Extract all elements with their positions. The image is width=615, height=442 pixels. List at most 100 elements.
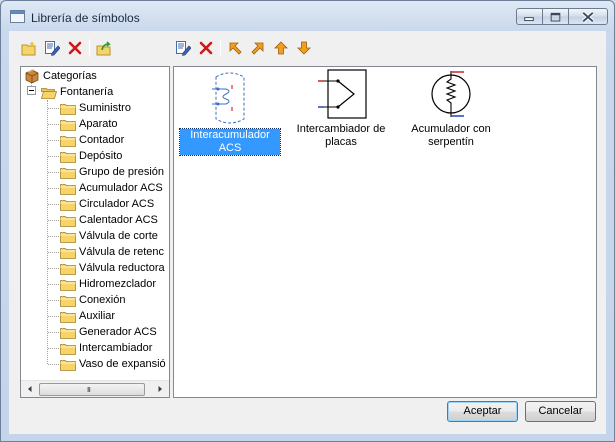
window-title: Librería de símbolos bbox=[31, 11, 140, 25]
tree-item-label: Válvula de retenc bbox=[79, 246, 164, 258]
import-icon bbox=[96, 40, 111, 55]
tree-item-label: Calentador ACS bbox=[79, 214, 158, 226]
tree-connector bbox=[48, 140, 59, 141]
tree-item-label: Auxiliar bbox=[79, 310, 116, 322]
tree-item-label: Intercambiador bbox=[79, 342, 153, 354]
folder-icon bbox=[60, 215, 76, 227]
tree-item-label: Generador ACS bbox=[79, 326, 157, 338]
title-bar[interactable]: Librería de símbolos bbox=[1, 1, 614, 31]
window-controls bbox=[516, 8, 608, 25]
symbol-label: Intercambiador de placas bbox=[296, 123, 386, 148]
tree-item-category[interactable]: Válvula de retenc bbox=[60, 244, 164, 260]
tree-item-label: Válvula reductora bbox=[79, 262, 165, 274]
tree-content: Categorías Fontanería Suministro Aparato C… bbox=[21, 67, 169, 380]
tree-item-category[interactable]: Calentador ACS bbox=[60, 212, 158, 228]
tree-item-category[interactable]: Suministro bbox=[60, 100, 131, 116]
coil-accumulator-symbol-icon bbox=[431, 71, 471, 117]
tree-item-category[interactable]: Depósito bbox=[60, 148, 122, 164]
maximize-button[interactable] bbox=[542, 8, 568, 25]
tree-item-category[interactable]: Grupo de presión bbox=[60, 164, 164, 180]
tree-item-category[interactable]: Generador ACS bbox=[60, 324, 157, 340]
tree-horizontal-scrollbar[interactable]: III bbox=[21, 380, 169, 397]
tree-item-root[interactable]: Categorías bbox=[24, 68, 97, 84]
folder-icon bbox=[60, 167, 76, 179]
tree-connector bbox=[48, 108, 59, 109]
move-up-button[interactable] bbox=[271, 38, 291, 58]
tree-item-label: Hidromezclador bbox=[79, 278, 157, 290]
folder-icon bbox=[60, 183, 76, 195]
symbol-gallery[interactable]: Interacumulador ACS Intercambiador de pl… bbox=[173, 66, 597, 398]
accept-button[interactable]: Aceptar bbox=[447, 401, 518, 422]
tree-connector bbox=[48, 124, 59, 125]
edit-symbol-button[interactable] bbox=[173, 38, 193, 58]
tree-connector bbox=[48, 268, 59, 269]
close-icon bbox=[581, 11, 595, 23]
import-button[interactable] bbox=[94, 38, 114, 58]
folder-icon bbox=[60, 311, 76, 323]
scroll-right-icon[interactable] bbox=[156, 385, 164, 393]
new-folder-button[interactable] bbox=[19, 38, 39, 58]
cancel-button[interactable]: Cancelar bbox=[525, 401, 596, 422]
interacumulador-symbol-icon bbox=[212, 72, 245, 124]
folder-icon bbox=[60, 359, 76, 371]
scroll-thumb[interactable]: III bbox=[39, 383, 145, 396]
tree-connector bbox=[48, 188, 59, 189]
tree-item-label: Fontanería bbox=[60, 86, 114, 98]
edit-category-button[interactable] bbox=[42, 38, 62, 58]
categories-box-icon bbox=[25, 69, 39, 83]
move-first-icon bbox=[229, 42, 242, 55]
delete-category-button[interactable] bbox=[65, 38, 85, 58]
tree-item-label: Categorías bbox=[43, 70, 97, 82]
tree-item-category[interactable]: Auxiliar bbox=[60, 308, 115, 324]
tree-item-category[interactable]: Conexión bbox=[60, 292, 125, 308]
tree-item-category[interactable]: Acumulador ACS bbox=[60, 180, 163, 196]
tree-connector bbox=[48, 348, 59, 349]
symbol-label: Acumulador con serpentín bbox=[411, 123, 491, 148]
tree-item-fontaneria[interactable]: Fontanería bbox=[41, 84, 113, 100]
plate-exchanger-symbol-icon bbox=[318, 69, 367, 119]
symbol-intercambiador-placas[interactable]: Intercambiador de placas bbox=[291, 69, 391, 149]
tree-item-label: Grupo de presión bbox=[79, 166, 164, 178]
move-last-button[interactable] bbox=[248, 38, 268, 58]
delete-symbol-button[interactable] bbox=[196, 38, 216, 58]
folder-icon bbox=[60, 279, 76, 291]
edit-icon bbox=[45, 41, 60, 56]
minimize-button[interactable] bbox=[516, 8, 542, 25]
symbol-interacumulador-acs[interactable]: Interacumulador ACS bbox=[179, 69, 281, 156]
tree-connector bbox=[48, 252, 59, 253]
folder-icon bbox=[60, 343, 76, 355]
collapse-toggle[interactable] bbox=[27, 86, 36, 95]
move-first-button[interactable] bbox=[225, 38, 245, 58]
tree-item-category[interactable]: Circulador ACS bbox=[60, 196, 154, 212]
close-button[interactable] bbox=[568, 8, 608, 25]
move-down-button[interactable] bbox=[294, 38, 314, 58]
tree-item-category[interactable]: Contador bbox=[60, 132, 124, 148]
tree-item-label: Contador bbox=[79, 134, 125, 146]
tree-connector bbox=[48, 220, 59, 221]
folder-icon bbox=[60, 231, 76, 243]
tree-connector bbox=[48, 284, 59, 285]
symbol-acumulador-serpentin[interactable]: Acumulador con serpentín bbox=[401, 69, 501, 149]
tree-item-category[interactable]: Aparato bbox=[60, 116, 118, 132]
symbol-label: Interacumulador ACS bbox=[179, 128, 281, 156]
category-tree[interactable]: Categorías Fontanería Suministro Aparato C… bbox=[20, 66, 170, 398]
tree-connector bbox=[48, 316, 59, 317]
symbol-toolbar bbox=[173, 37, 317, 59]
scroll-left-icon[interactable] bbox=[26, 385, 34, 393]
tree-item-category[interactable]: Válvula reductora bbox=[60, 260, 165, 276]
tree-item-category[interactable]: Intercambiador bbox=[60, 340, 152, 356]
tree-connector bbox=[48, 300, 59, 301]
tree-connector bbox=[48, 236, 59, 237]
folder-icon bbox=[60, 119, 76, 131]
edit-icon bbox=[176, 41, 191, 56]
minimize-icon bbox=[524, 17, 534, 22]
tree-item-label: Suministro bbox=[79, 102, 131, 114]
tree-item-category[interactable]: Vaso de expansió bbox=[60, 356, 166, 372]
move-last-icon bbox=[251, 42, 264, 55]
tree-toolbar bbox=[19, 37, 117, 59]
folder-open-icon bbox=[41, 87, 57, 99]
tree-item-category[interactable]: Hidromezclador bbox=[60, 276, 156, 292]
tree-item-label: Válvula de corte bbox=[79, 230, 158, 242]
tree-item-category[interactable]: Válvula de corte bbox=[60, 228, 158, 244]
move-down-icon bbox=[297, 41, 311, 55]
